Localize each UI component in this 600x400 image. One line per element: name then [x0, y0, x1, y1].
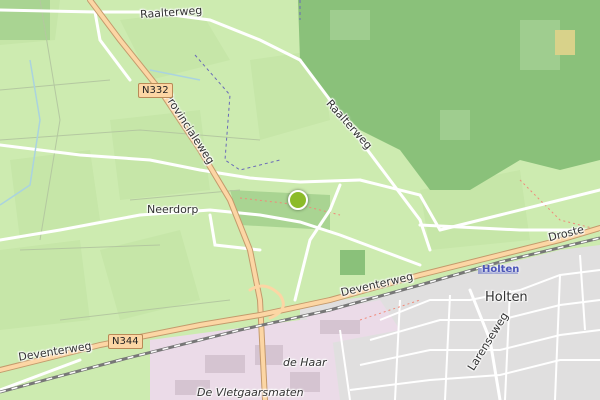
- holten-station-label: Holten: [482, 264, 520, 275]
- neerdorp-label: Neerdorp: [147, 203, 199, 216]
- map-canvas[interactable]: Raalterweg Raalterweg Provincialeweg N33…: [0, 0, 600, 400]
- vletgaarsmaten-label: De Vletgaarsmaten: [197, 386, 304, 399]
- location-marker[interactable]: [288, 190, 308, 210]
- n344-shield: N344: [108, 334, 143, 349]
- holten-place-label: Holten: [485, 290, 528, 305]
- n332-shield: N332: [138, 83, 173, 98]
- de-haar-label: de Haar: [283, 356, 327, 369]
